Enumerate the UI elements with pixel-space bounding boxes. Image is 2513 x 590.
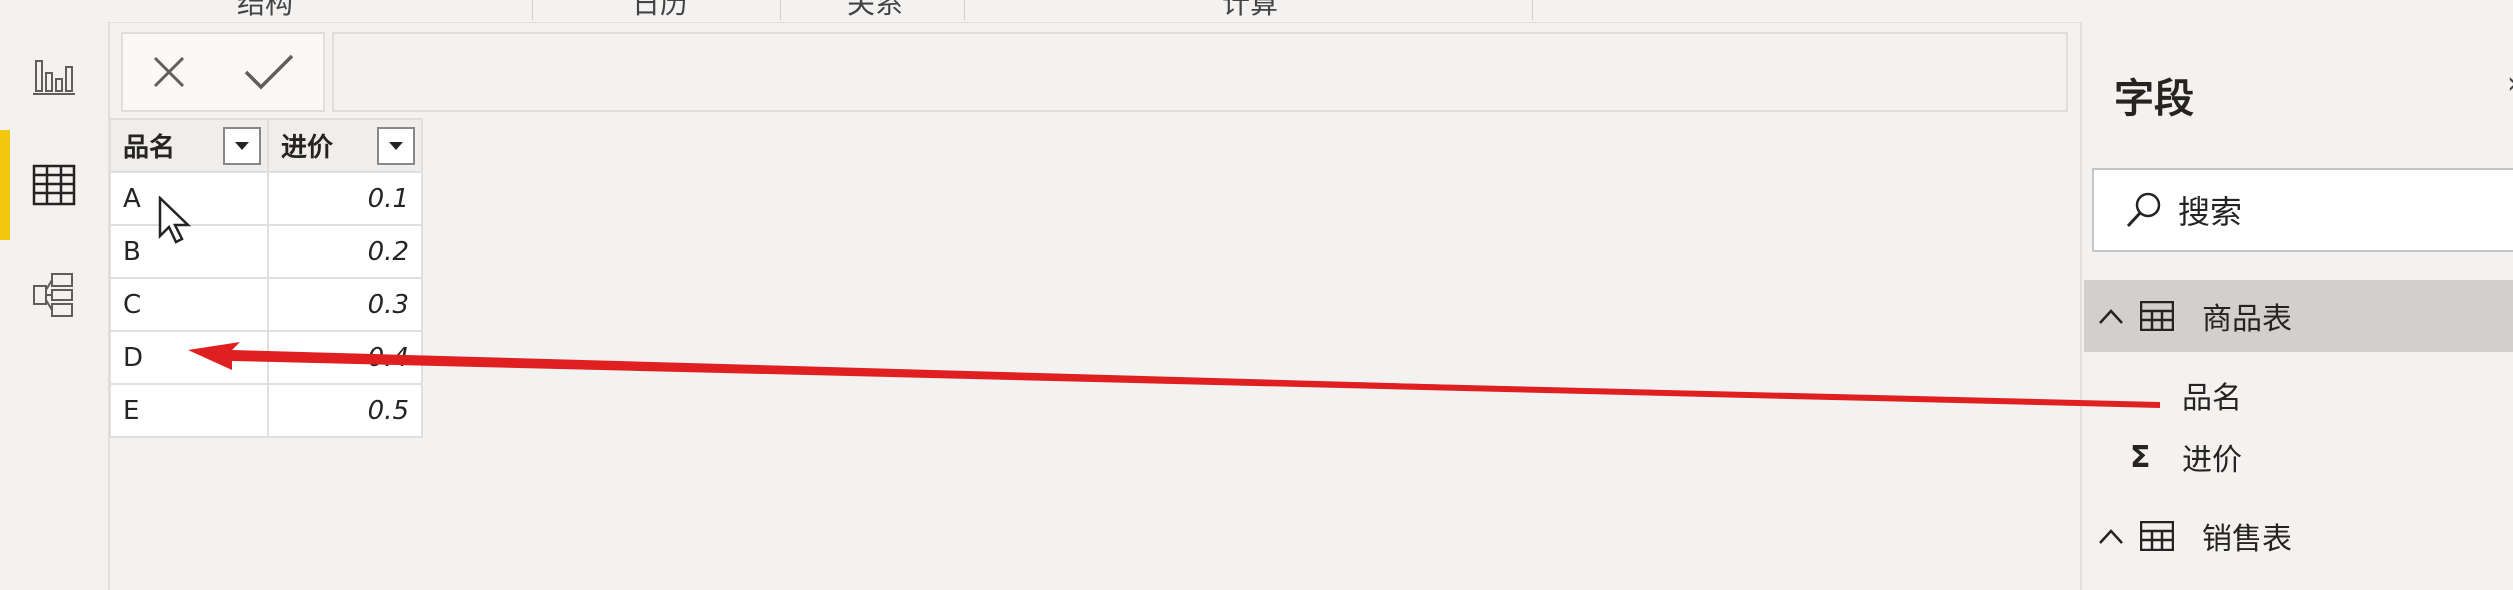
field-table-product[interactable]: 商品表 — [2084, 280, 2513, 352]
view-switcher-rail — [0, 22, 110, 590]
ribbon-group-calendar: 日历 — [631, 0, 688, 20]
field-item-label: 进价 — [2182, 443, 2242, 478]
mouse-cursor-icon — [158, 196, 192, 244]
commit-button[interactable] — [243, 52, 295, 92]
field-item-name[interactable]: 品名 — [2182, 370, 2242, 420]
column-header-name[interactable]: 品名 — [109, 118, 269, 173]
ribbon-divider — [532, 0, 533, 20]
cancel-button[interactable] — [151, 54, 187, 90]
column-filter-button[interactable] — [223, 126, 261, 165]
cell-name[interactable]: D — [109, 330, 269, 385]
ribbon-group-bar: 结构 日历 关系 计算 — [0, 0, 2513, 23]
field-item-label: 品名 — [2182, 381, 2242, 416]
formula-input[interactable] — [332, 32, 2068, 112]
field-table-label: 销售表 — [2202, 522, 2292, 557]
ribbon-divider — [964, 0, 965, 20]
model-icon — [33, 273, 73, 317]
search-icon — [2126, 192, 2161, 228]
table-icon — [2140, 521, 2174, 551]
table-icon — [2140, 301, 2174, 331]
fields-pane-title: 字段 — [2114, 76, 2194, 122]
column-filter-button[interactable] — [377, 126, 415, 165]
field-table-sales[interactable]: 销售表 — [2084, 500, 2513, 572]
column-header-price[interactable]: 进价 — [267, 118, 423, 173]
dropdown-arrow-icon — [389, 141, 403, 150]
field-search-box[interactable]: 搜索 — [2092, 168, 2513, 252]
cell-price[interactable]: 0.2 — [267, 224, 423, 279]
sigma-icon: Σ — [2130, 439, 2151, 475]
table-row: A 0.1 — [109, 171, 423, 226]
formula-bar-buttons — [121, 32, 325, 112]
fields-pane: 字段 » 搜索 商品表 品名 Σ 进价 销售表 — [2080, 22, 2513, 590]
column-header-label: 进价 — [281, 133, 334, 163]
table-row: D 0.4 — [109, 330, 423, 385]
report-view-icon — [33, 60, 75, 95]
table-row: C 0.3 — [109, 277, 423, 332]
ribbon-divider — [780, 0, 781, 20]
ribbon-group-structure: 结构 — [236, 0, 293, 20]
data-view-button[interactable] — [0, 130, 108, 240]
collapse-pane-icon[interactable]: » — [2507, 66, 2513, 101]
table-row: B 0.2 — [109, 224, 423, 279]
cell-name[interactable]: C — [109, 277, 269, 332]
cell-price[interactable]: 0.3 — [267, 277, 423, 332]
cell-price[interactable]: 0.5 — [267, 383, 423, 438]
ribbon-group-calculations: 计算 — [1221, 0, 1278, 20]
cell-price[interactable]: 0.1 — [267, 171, 423, 226]
data-grid: 品名 进价 A 0.1 B 0.2 C 0.3 D 0.4 E 0.5 — [109, 118, 423, 438]
cell-price[interactable]: 0.4 — [267, 330, 423, 385]
field-table-label: 商品表 — [2202, 302, 2292, 337]
field-item-price[interactable]: Σ 进价 — [2130, 432, 2242, 482]
chevron-up-icon — [2099, 309, 2123, 324]
grid-header-row: 品名 进价 — [109, 118, 423, 173]
cell-name[interactable]: E — [109, 383, 269, 438]
chevron-up-icon — [2099, 529, 2123, 544]
dropdown-arrow-icon — [235, 141, 249, 150]
close-icon — [153, 56, 185, 88]
table-icon — [32, 164, 76, 206]
search-input[interactable]: 搜索 — [2178, 187, 2242, 233]
report-view-button[interactable] — [0, 22, 108, 132]
model-view-button[interactable] — [0, 240, 108, 350]
ribbon-divider — [1532, 0, 1533, 20]
table-row: E 0.5 — [109, 383, 423, 438]
checkmark-icon — [244, 54, 294, 90]
ribbon-group-relationships: 关系 — [846, 0, 903, 20]
column-header-label: 品名 — [123, 133, 176, 163]
